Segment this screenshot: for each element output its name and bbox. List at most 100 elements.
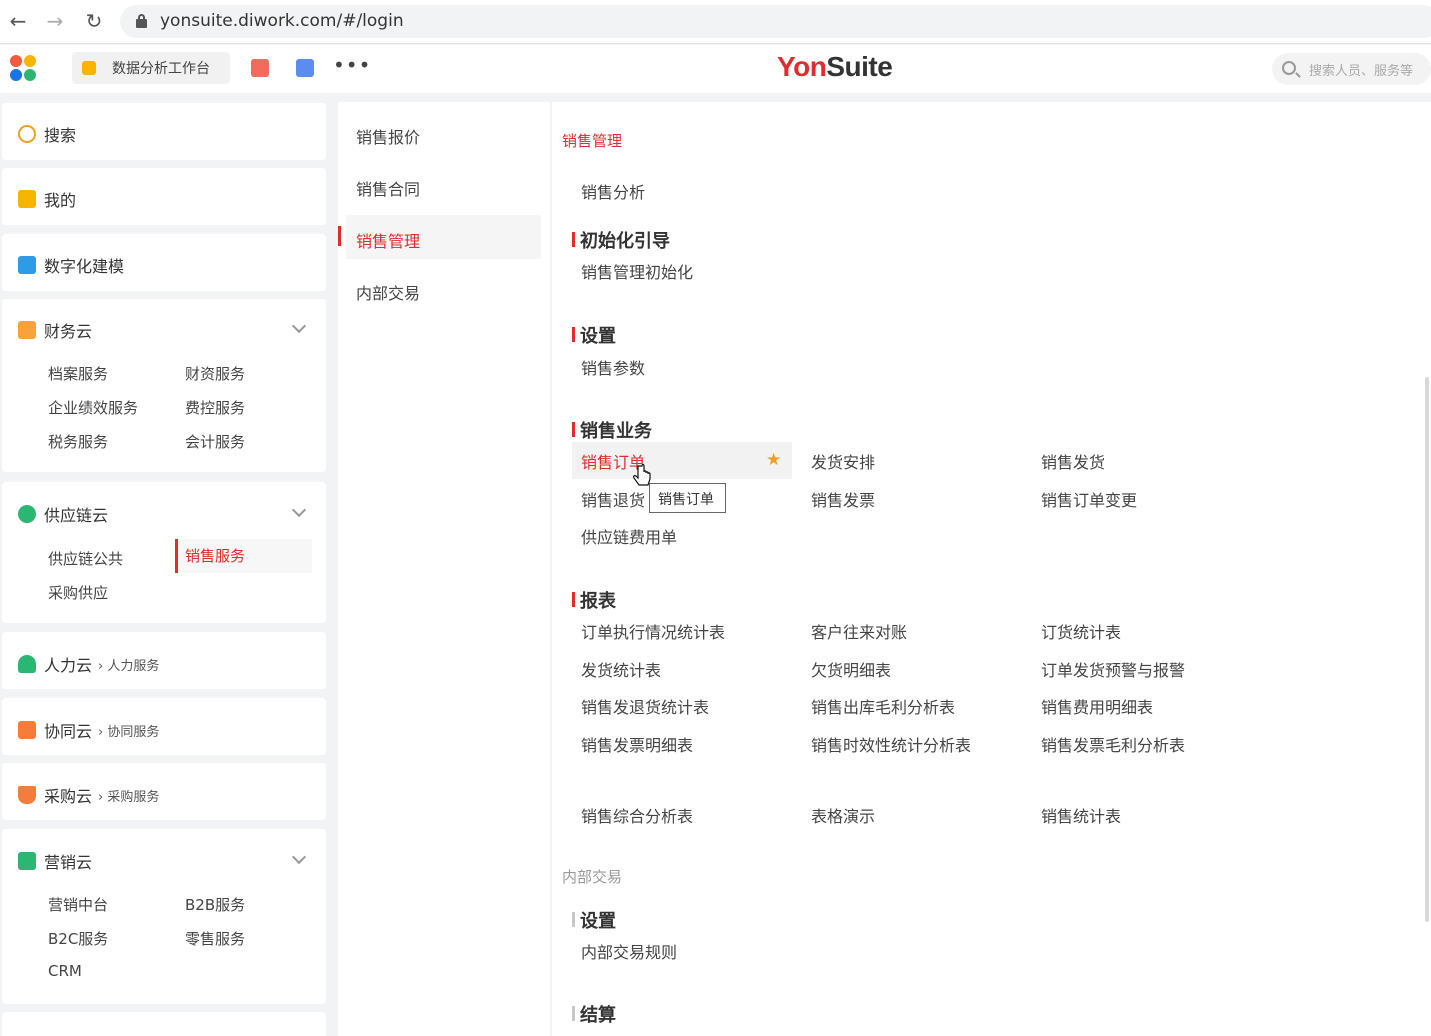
sidebar-item-accounting[interactable]: 会计服务 [185,431,245,452]
link-internal-rules[interactable]: 内部交易规则 [581,939,677,963]
forward-icon[interactable]: → [42,8,68,34]
sidebar-search[interactable]: 搜索 [2,103,326,160]
search-icon [18,125,36,143]
sidebar-mine[interactable]: 我的 [2,168,326,225]
function-panel: 销售管理 销售分析 初始化引导 销售管理初始化 设置 销售参数 销售业务 销售订… [552,102,1431,1036]
browser-toolbar: ← → ↻ yonsuite.diwork.com/#/login [0,0,1431,44]
document-icon[interactable] [296,59,314,77]
bar-chart-icon [18,852,36,870]
cart-icon [18,786,36,804]
link-report[interactable]: 表格演示 [811,803,875,827]
link-report[interactable]: 发货统计表 [581,657,661,681]
more-icon[interactable]: ••• [333,53,371,77]
link-shipping-arrangement[interactable]: 发货安排 [811,449,875,473]
finance-cloud-header[interactable]: 财务云 [18,318,92,342]
sidebar-next-card[interactable] [2,1012,326,1036]
sidebar-item-supply-common[interactable]: 供应链公共 [48,548,123,569]
tooltip: 销售订单 [649,483,726,513]
link-report[interactable]: 订货统计表 [1041,619,1121,643]
menu-item-sales-quote[interactable]: 销售报价 [356,124,420,148]
link-sales-order-change[interactable]: 销售订单变更 [1041,487,1137,511]
collab-icon [18,721,36,739]
global-search[interactable]: 搜索人员、服务等 [1272,53,1431,85]
workspace-tab[interactable]: 数据分析工作台 [72,52,230,84]
sidebar-item-retail[interactable]: 零售服务 [185,928,245,949]
collab-cloud-title: 协同云 [44,722,93,741]
person-icon [18,655,36,673]
sidebar-item-treasury[interactable]: 财资服务 [185,363,245,384]
sidebar-item-crm[interactable]: CRM [48,962,82,980]
link-report[interactable]: 销售发票明细表 [581,732,693,756]
collab-cloud-sub: › 协同服务 [98,724,160,740]
sidebar-item-sales-service[interactable]: 销售服务 [175,539,312,573]
section-title-business: 销售业务 [572,417,652,443]
link-report[interactable]: 销售发票毛利分析表 [1041,732,1185,756]
sidebar-collab-cloud[interactable]: 协同云 › 协同服务 [2,698,326,755]
sidebar-item-marketing-center[interactable]: 营销中台 [48,894,108,915]
sidebar-item-tax[interactable]: 税务服务 [48,431,108,452]
sidebar-item-expense[interactable]: 费控服务 [185,397,245,418]
link-report[interactable]: 销售出库毛利分析表 [811,694,955,718]
supply-cloud-title: 供应链云 [44,506,109,525]
sidebar-item-b2b[interactable]: B2B服务 [185,894,245,915]
group-title-sales-management: 销售管理 [562,132,623,150]
link-report[interactable]: 欠货明细表 [811,657,891,681]
section-title-settlement: 结算 [572,1001,616,1027]
sidebar-mine-label: 我的 [44,191,77,210]
link-sales-params[interactable]: 销售参数 [581,355,645,379]
back-icon[interactable]: ← [5,8,31,34]
link-report[interactable]: 销售费用明细表 [1041,694,1153,718]
purchase-cloud-title: 采购云 [44,787,93,806]
chevron-down-icon[interactable] [291,318,307,334]
mail-icon[interactable] [251,59,269,77]
hr-cloud-sub: › 人力服务 [98,658,160,674]
sidebar-item-purchase-supply[interactable]: 采购供应 [48,582,108,603]
chevron-down-icon[interactable] [291,502,307,518]
scrollbar-thumb[interactable] [1425,377,1429,922]
link-report[interactable]: 订单执行情况统计表 [581,619,725,643]
model-icon [18,256,36,274]
link-sales-delivery[interactable]: 销售发货 [1041,449,1105,473]
brand-logo: YonSuite [777,51,893,82]
star-icon[interactable]: ★ [766,450,781,470]
link-sales-analysis[interactable]: 销售分析 [581,179,645,203]
section-title-init: 初始化引导 [572,227,670,253]
link-report[interactable]: 订单发货预警与报警 [1041,657,1185,681]
lock-icon [136,14,147,28]
hand-cursor-icon [633,464,651,486]
chevron-down-icon[interactable] [291,849,307,865]
section-title-reports: 报表 [572,587,616,613]
address-bar[interactable]: yonsuite.diwork.com/#/login [120,5,1431,38]
search-icon [1282,61,1296,75]
link-report[interactable]: 客户往来对账 [811,619,907,643]
dashboard-icon [82,61,96,75]
sidebar-item-b2c[interactable]: B2C服务 [48,928,108,949]
link-report[interactable]: 销售统计表 [1041,803,1121,827]
menu-item-sales-management[interactable]: 销售管理 [356,228,420,252]
menu-item-sales-contract[interactable]: 销售合同 [356,176,420,200]
link-sales-init[interactable]: 销售管理初始化 [581,259,693,283]
supply-cloud-header[interactable]: 供应链云 [18,502,108,526]
sidebar-item-performance[interactable]: 企业绩效服务 [48,397,138,418]
section-title-settings: 设置 [572,322,616,348]
service-menu: 销售报价 销售合同 销售管理 内部交易 [338,102,550,1036]
link-sales-invoice[interactable]: 销售发票 [811,487,875,511]
link-report[interactable]: 销售时效性统计分析表 [811,732,971,756]
link-report[interactable]: 销售综合分析表 [581,803,693,827]
sidebar-finance-cloud: 财务云 档案服务 财资服务 企业绩效服务 费控服务 税务服务 会计服务 [2,299,326,472]
marketing-cloud-header[interactable]: 营销云 [18,849,92,873]
marketing-cloud-title: 营销云 [44,853,93,872]
sidebar-digital-modeling[interactable]: 数字化建模 [2,234,326,291]
app-launcher-icon[interactable] [10,55,38,83]
sidebar-item-archive[interactable]: 档案服务 [48,363,108,384]
link-report[interactable]: 销售发退货统计表 [581,694,709,718]
menu-item-internal-trade[interactable]: 内部交易 [356,280,420,304]
group-title-internal-trade: 内部交易 [562,868,623,886]
finance-icon [18,321,36,339]
sidebar-hr-cloud[interactable]: 人力云 › 人力服务 [2,632,326,689]
link-supply-expense[interactable]: 供应链费用单 [581,524,677,548]
sidebar-purchase-cloud[interactable]: 采购云 › 采购服务 [2,763,326,820]
reload-icon[interactable]: ↻ [81,8,107,34]
section-title-internal-settings: 设置 [572,907,616,933]
link-sales-return[interactable]: 销售退货 [581,487,645,511]
